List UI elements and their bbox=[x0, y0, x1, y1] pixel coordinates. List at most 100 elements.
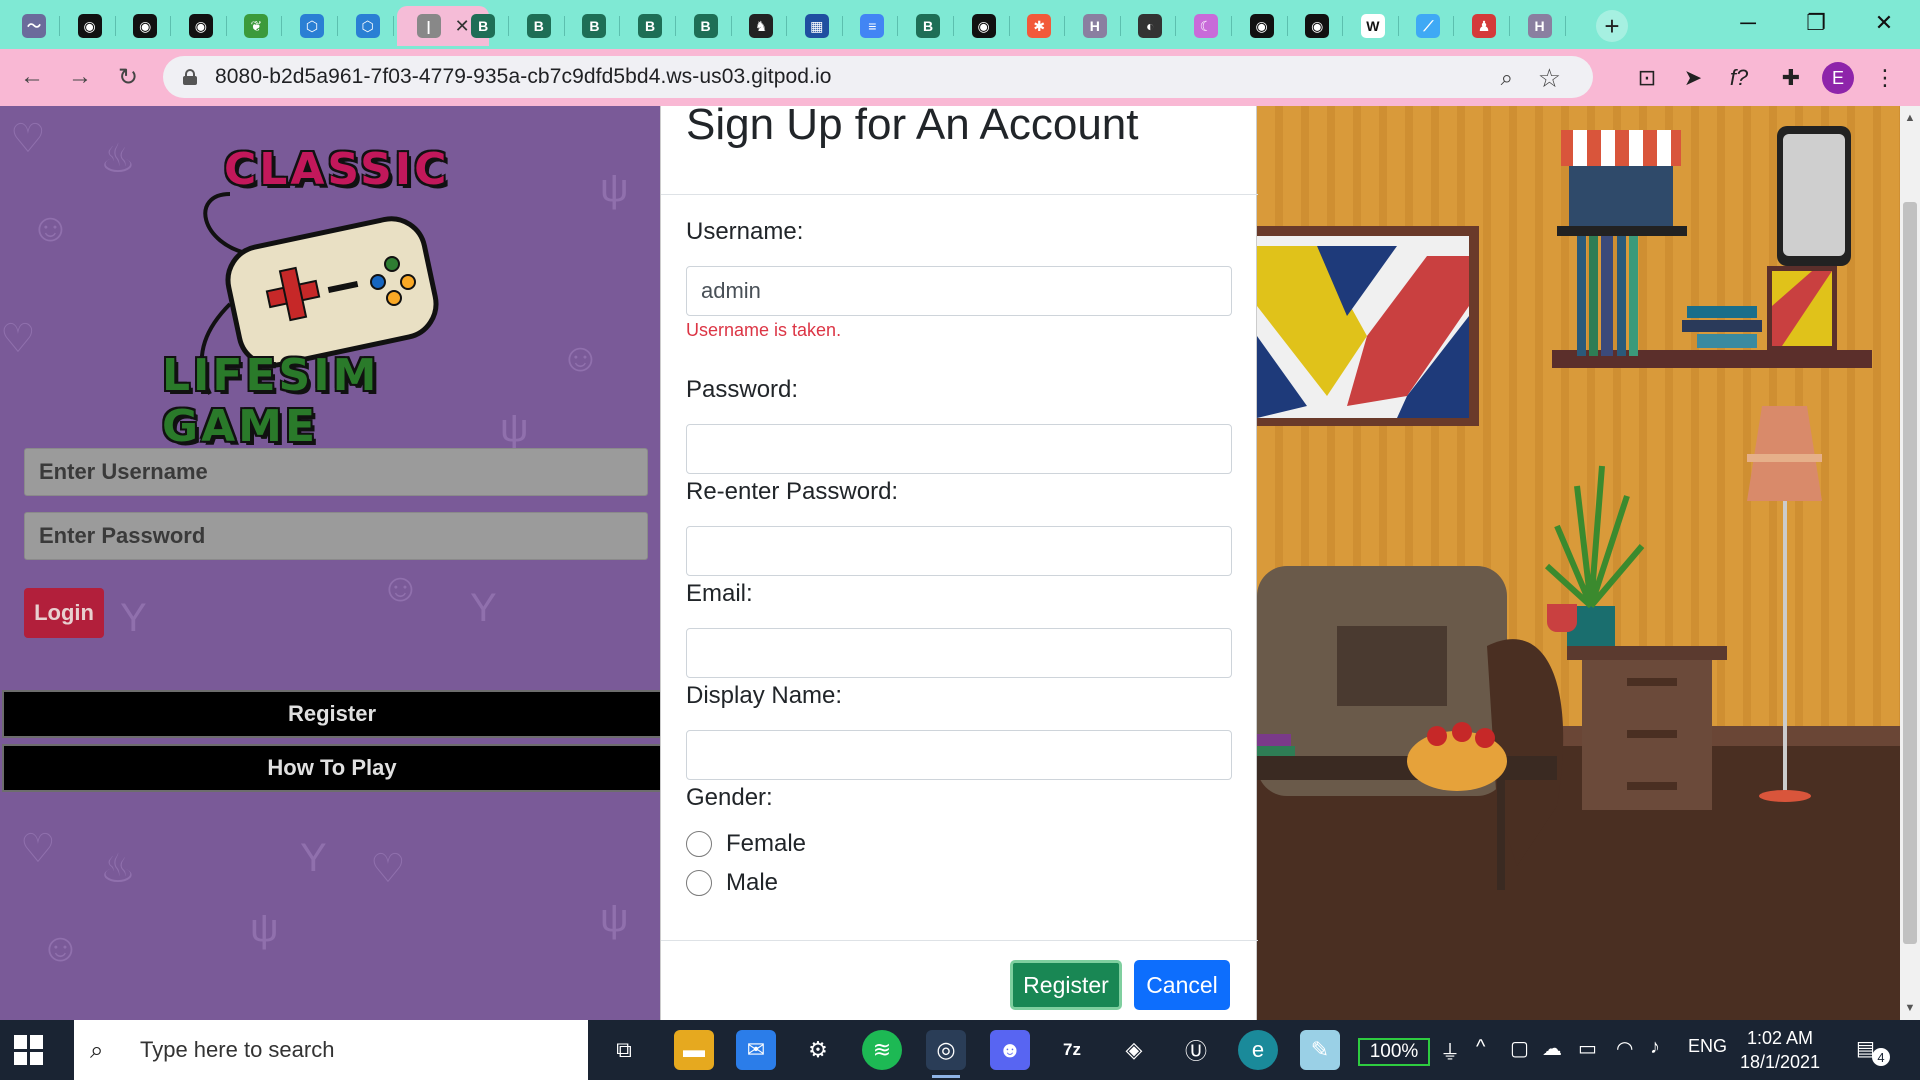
scrollbar-thumb[interactable] bbox=[1903, 202, 1917, 944]
browser-tab[interactable]: ❦ bbox=[230, 6, 283, 46]
onedrive-cloud-icon[interactable]: ☁ bbox=[1542, 1036, 1562, 1061]
browser-tab[interactable]: ♞ bbox=[735, 6, 788, 46]
language-indicator[interactable]: ENG bbox=[1688, 1036, 1727, 1057]
tab-separator bbox=[59, 16, 60, 36]
browser-tab[interactable]: ◉ bbox=[958, 6, 1010, 46]
browser-tab[interactable]: B bbox=[902, 6, 954, 46]
smiley-doodle-icon: ☺ bbox=[30, 206, 71, 250]
signup-modal: Sign Up for An Account Username: admin U… bbox=[660, 106, 1258, 1020]
browser-tab[interactable]: W bbox=[1347, 6, 1399, 46]
new-tab-button[interactable]: + bbox=[1596, 10, 1628, 42]
browser-tab[interactable]: B bbox=[457, 6, 510, 46]
7zip-icon[interactable]: 7z bbox=[1052, 1030, 1092, 1070]
browser-tab[interactable]: ☾ bbox=[1180, 6, 1232, 46]
vue-b-icon: B bbox=[526, 14, 551, 38]
signup-username-field[interactable]: admin bbox=[686, 266, 1232, 316]
browser-tab[interactable]: B bbox=[568, 6, 621, 46]
lock-icon[interactable] bbox=[183, 69, 197, 85]
how-to-play-button[interactable]: How To Play bbox=[2, 744, 660, 792]
flutter-icon: ⟋ bbox=[1416, 14, 1441, 38]
register-submit-button[interactable]: Register bbox=[1010, 960, 1122, 1010]
signup-password-field[interactable] bbox=[686, 424, 1232, 474]
signup-email-field[interactable] bbox=[686, 628, 1232, 678]
taskbar-search-placeholder[interactable]: Type here to search bbox=[140, 1037, 334, 1063]
cursor-extension-icon[interactable]: ➤ bbox=[1676, 61, 1710, 95]
taskbar-clock[interactable]: 1:02 AM 18/1/2021 bbox=[1732, 1026, 1828, 1074]
minimize-button[interactable]: ─ bbox=[1728, 6, 1768, 40]
chrome-icon[interactable]: ◎ bbox=[926, 1030, 966, 1078]
browser-tab[interactable]: B bbox=[680, 6, 732, 46]
address-bar[interactable]: 8080-b2d5a961-7f03-4779-935a-cb7c9dfd5bd… bbox=[163, 56, 1593, 98]
radio-female[interactable] bbox=[686, 831, 712, 857]
scroll-up-icon[interactable]: ▲ bbox=[1904, 112, 1916, 124]
start-button-icon[interactable] bbox=[14, 1035, 44, 1065]
browser-tab[interactable]: ⬡ bbox=[342, 6, 394, 46]
browser-toolbar: ← → ↻ 8080-b2d5a961-7f03-4779-935a-cb7c9… bbox=[0, 49, 1920, 106]
notification-center-icon[interactable]: ▤ 4 bbox=[1856, 1036, 1890, 1066]
tab-separator bbox=[337, 16, 338, 36]
browser-tab[interactable]: H bbox=[1069, 6, 1121, 46]
signup-display-name-field[interactable] bbox=[686, 730, 1232, 780]
device-icon[interactable]: ▢ bbox=[1510, 1036, 1529, 1061]
menu-kebab-icon[interactable]: ⋮ bbox=[1868, 61, 1902, 95]
gender-option-male[interactable]: Male bbox=[686, 869, 778, 897]
pocket-extension-icon[interactable]: ⊡ bbox=[1630, 61, 1664, 95]
profile-avatar[interactable]: E bbox=[1822, 62, 1854, 94]
browser-tab[interactable]: H bbox=[1514, 6, 1566, 46]
zoom-icon[interactable]: ⌕ bbox=[1501, 65, 1513, 91]
browser-tab[interactable]: ◉ bbox=[64, 6, 116, 46]
task-view-icon[interactable]: ⧉ bbox=[604, 1030, 644, 1070]
password-input[interactable]: Enter Password bbox=[24, 512, 648, 560]
wifi-icon[interactable]: ◠ bbox=[1616, 1036, 1633, 1061]
spotify-icon[interactable]: ≋ bbox=[862, 1030, 902, 1070]
plug-icon[interactable]: ⏚ bbox=[1440, 1036, 1460, 1065]
gender-option-female[interactable]: Female bbox=[686, 830, 806, 858]
battery-icon[interactable]: ▭ bbox=[1578, 1036, 1597, 1061]
close-window-button[interactable]: ✕ bbox=[1864, 6, 1904, 40]
login-button[interactable]: Login bbox=[24, 588, 104, 638]
username-input[interactable]: Enter Username bbox=[24, 448, 648, 496]
restore-button[interactable]: ❐ bbox=[1796, 6, 1836, 40]
volume-icon[interactable]: ♪ bbox=[1650, 1036, 1660, 1059]
browser-tab[interactable]: ⬡ bbox=[286, 6, 338, 46]
browser-tab[interactable]: B bbox=[513, 6, 565, 46]
register-nav-button[interactable]: Register bbox=[2, 690, 660, 738]
tab-separator bbox=[786, 16, 788, 36]
radio-male[interactable] bbox=[686, 870, 712, 896]
forward-icon[interactable]: → bbox=[64, 61, 96, 93]
browser-tab[interactable]: ≡ bbox=[846, 6, 899, 46]
notepad-icon[interactable]: ✎ bbox=[1300, 1030, 1340, 1070]
browser-tab[interactable]: ◉ bbox=[1236, 6, 1288, 46]
bookmark-star-icon[interactable]: ☆ bbox=[1538, 63, 1561, 94]
scroll-down-icon[interactable]: ▼ bbox=[1904, 1002, 1916, 1014]
browser-tab[interactable]: ⟋ bbox=[1402, 6, 1455, 46]
extensions-puzzle-icon[interactable]: ✚ bbox=[1774, 61, 1808, 95]
signup-reenter-password-field[interactable] bbox=[686, 526, 1232, 576]
browser-tab[interactable]: ✱ bbox=[1013, 6, 1066, 46]
taskbar-search[interactable]: ⌕ Type here to search bbox=[74, 1020, 588, 1080]
page-scrollbar[interactable]: ▲ ▼ bbox=[1900, 106, 1920, 1020]
file-explorer-icon[interactable]: ▬ bbox=[674, 1030, 714, 1070]
browser-tab[interactable]: ◉ bbox=[1291, 6, 1344, 46]
browser-tab[interactable]: ◉ bbox=[119, 6, 172, 46]
cancel-button[interactable]: Cancel bbox=[1134, 960, 1230, 1010]
show-hidden-icons-chevron[interactable]: ^ bbox=[1476, 1036, 1485, 1059]
reload-icon[interactable]: ↻ bbox=[112, 61, 144, 93]
browser-tab[interactable]: ◉ bbox=[175, 6, 227, 46]
battery-percentage[interactable]: 100% bbox=[1358, 1038, 1430, 1066]
unity-icon[interactable]: ◈ bbox=[1114, 1030, 1154, 1070]
url-text[interactable]: 8080-b2d5a961-7f03-4779-935a-cb7c9dfd5bd… bbox=[215, 65, 832, 89]
back-icon[interactable]: ← bbox=[16, 61, 48, 93]
steam-icon[interactable]: ⚙ bbox=[798, 1030, 838, 1070]
browser-tab[interactable]: ▦ bbox=[791, 6, 843, 46]
browser-tab[interactable]: 〜 bbox=[8, 6, 60, 46]
browser-tab[interactable]: ◐ bbox=[1124, 6, 1177, 46]
browser-tab[interactable]: ♟ bbox=[1458, 6, 1510, 46]
browser-tab[interactable]: B bbox=[624, 6, 676, 46]
discord-icon[interactable]: ☻ bbox=[990, 1030, 1030, 1070]
tab-separator bbox=[1564, 16, 1566, 36]
mail-icon[interactable]: ✉ bbox=[736, 1030, 776, 1070]
unreal-icon[interactable]: Ⓤ bbox=[1176, 1030, 1216, 1070]
function-extension-icon[interactable]: f? bbox=[1722, 61, 1756, 95]
edge-icon[interactable]: e bbox=[1238, 1030, 1278, 1070]
